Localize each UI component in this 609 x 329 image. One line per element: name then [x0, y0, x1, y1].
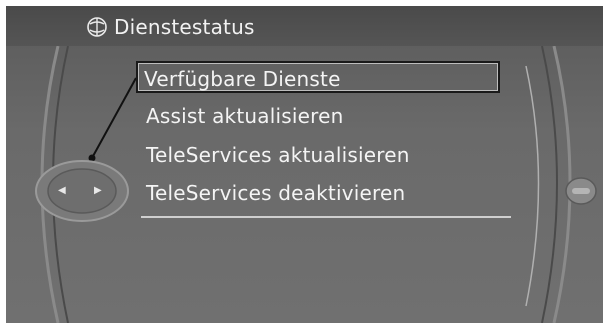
controller-knob[interactable]: ◀ ▶ — [24, 156, 144, 226]
scroll-handle[interactable] — [564, 176, 598, 206]
idrive-screen: Dienstestatus Verfügbare Dienste Assist … — [6, 6, 603, 323]
menu-item-assist-aktualisieren[interactable]: Assist aktualisieren — [146, 100, 506, 132]
bmw-services-icon — [87, 17, 107, 37]
arrow-right-icon[interactable]: ▶ — [94, 185, 102, 197]
arrow-left-icon[interactable]: ◀ — [58, 185, 66, 197]
menu-item-teleservices-deaktivieren[interactable]: TeleServices deaktivieren — [146, 177, 506, 209]
menu-item-verfuegbare-dienste[interactable]: Verfügbare Dienste — [136, 61, 500, 93]
menu-item-teleservices-aktualisieren[interactable]: TeleServices aktualisieren — [146, 139, 506, 171]
page-title: Dienstestatus — [114, 15, 255, 39]
screen-header: Dienstestatus — [6, 6, 603, 46]
menu-divider — [141, 216, 511, 218]
